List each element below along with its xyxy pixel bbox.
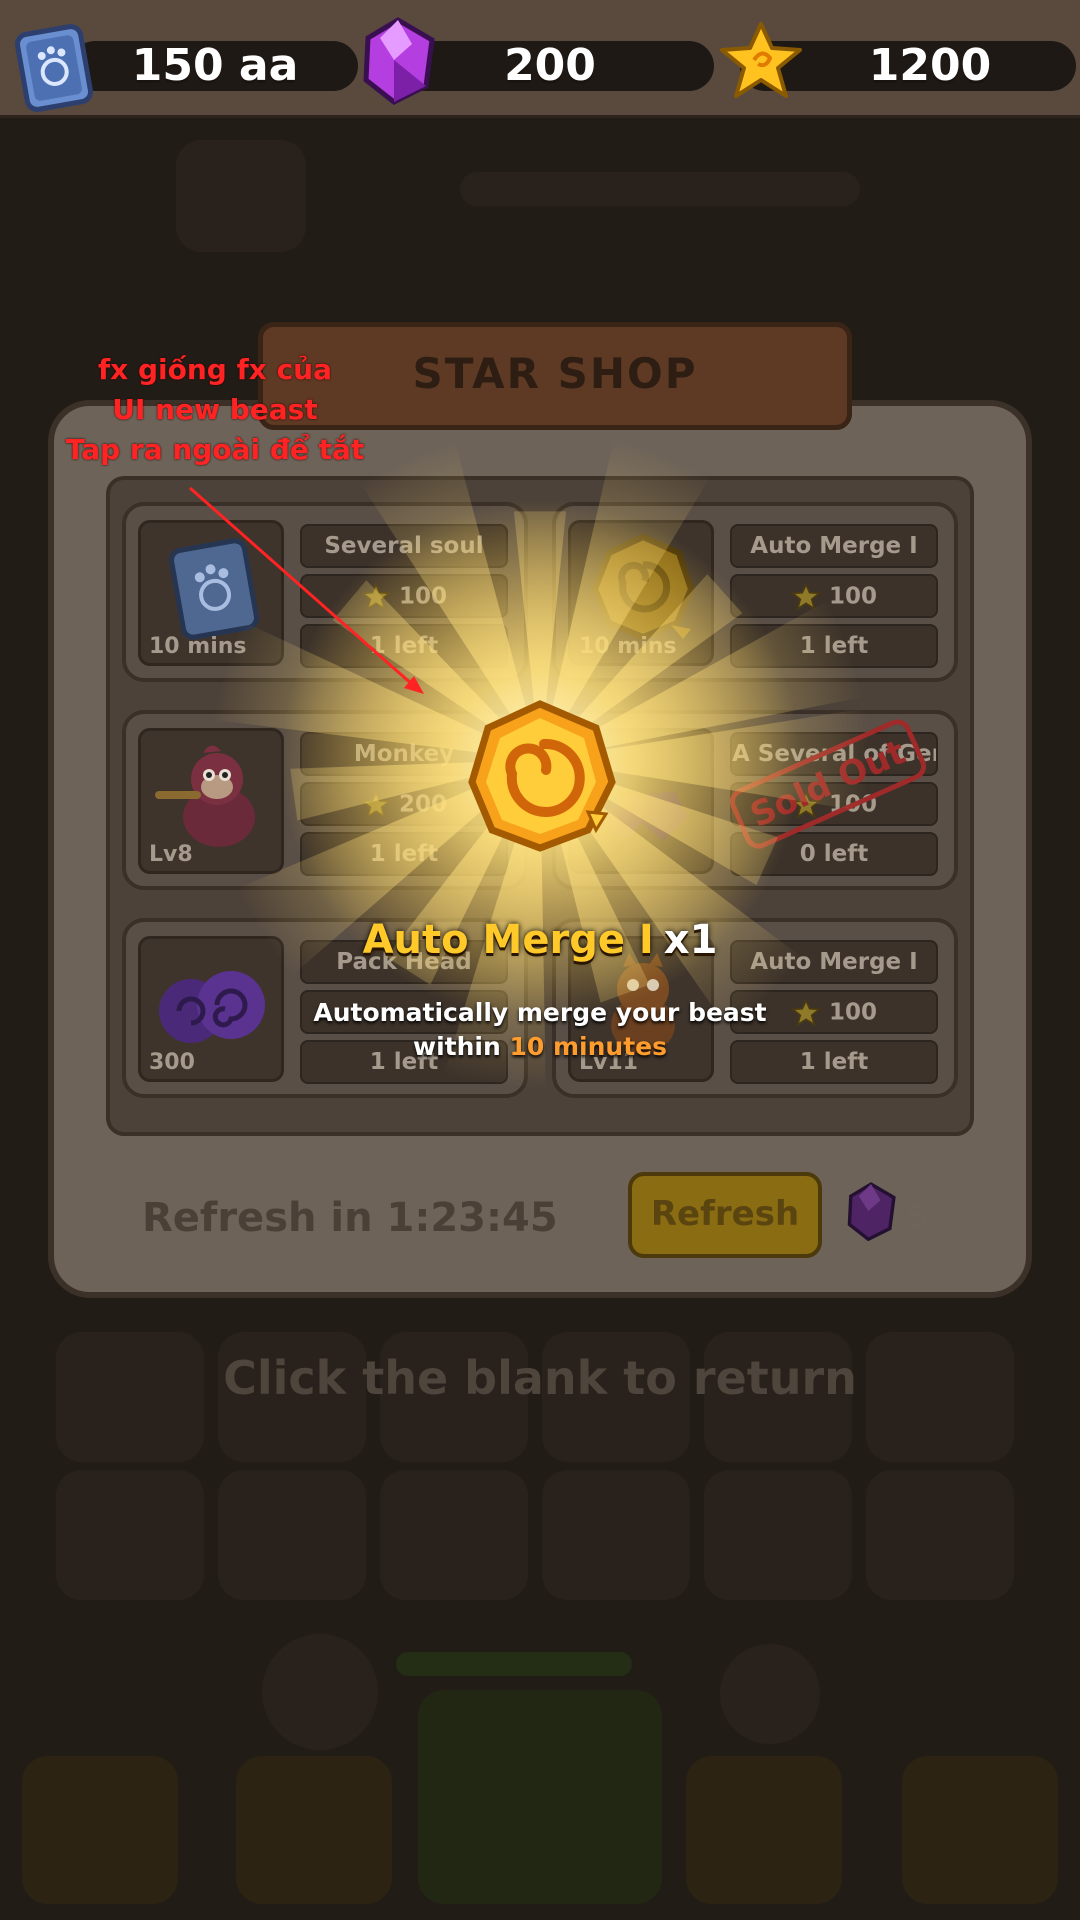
refresh-button[interactable]: Refresh <box>628 1172 822 1258</box>
annotation-line2: UI new beast <box>112 393 318 426</box>
item-amount-label: 300 <box>149 1050 195 1075</box>
soul-card-icon <box>169 538 259 640</box>
star-price-icon <box>790 582 821 611</box>
refresh-cost: 5 <box>906 1197 930 1237</box>
item-name: Auto Merge I <box>730 524 938 568</box>
shop-item-card[interactable]: 10 mins Auto Merge I 100 1 left <box>552 502 958 682</box>
reward-desc-prefix: within <box>413 1032 510 1061</box>
star-price-icon <box>360 790 391 819</box>
item-price[interactable]: 100 <box>300 574 508 618</box>
monkey-beast-icon <box>155 745 255 847</box>
item-thumbnail: 10 mins <box>138 520 284 666</box>
reward-quantity: x1 <box>663 917 718 963</box>
item-price[interactable]: 100 <box>730 574 938 618</box>
item-stock: 1 left <box>300 832 508 876</box>
item-name: Monkey <box>300 732 508 776</box>
star-count: 1200 <box>868 40 992 91</box>
item-duration-label: 10 mins <box>149 634 247 659</box>
resource-bar: 150 aa 200 1200 <box>0 0 1080 118</box>
purple-gem-icon <box>847 1182 896 1242</box>
purple-gem-icon <box>356 14 440 110</box>
gem-pile-icon <box>603 791 687 841</box>
item-name: Several soul <box>300 524 508 568</box>
refresh-timer: Refresh in 1:23:45 <box>142 1195 558 1241</box>
item-price-value: 100 <box>828 583 877 610</box>
item-thumbnail: Lv8 <box>138 728 284 874</box>
shop-item-card[interactable]: Lv8 Monkey 200 1 left <box>122 710 528 890</box>
reward-desc-line2: within 10 minutes <box>240 1030 840 1064</box>
reward-duration: 10 minutes <box>509 1032 667 1061</box>
designer-annotation: fx giống fx của UI new beast Tap ra ngoà… <box>30 350 400 470</box>
item-thumbnail: 10 mins <box>568 520 714 666</box>
item-thumbnail <box>568 728 714 874</box>
shop-item-card[interactable]: 10 mins Several soul 100 1 left <box>122 502 528 682</box>
annotation-line3: Tap ra ngoài để tắt <box>65 433 365 466</box>
star-price-icon <box>360 582 391 611</box>
return-hint: Click the blank to return <box>223 1351 857 1405</box>
gem-count: 200 <box>504 40 596 91</box>
item-stock: 1 left <box>730 624 938 668</box>
soul-card-icon <box>10 22 98 118</box>
soul-count: 150 aa <box>131 40 299 91</box>
auto-merge-coin-icon <box>591 533 695 641</box>
item-price-value: 100 <box>398 583 447 610</box>
item-price-value: 200 <box>398 791 447 818</box>
item-duration-label: 10 mins <box>579 634 677 659</box>
reward-description: Automatically merge your beast within 10… <box>240 996 840 1064</box>
annotation-line1: fx giống fx của <box>97 353 332 386</box>
item-level-label: Lv8 <box>149 842 193 867</box>
reward-title: Auto Merge Ix1 <box>240 910 840 970</box>
reward-desc-line1: Automatically merge your beast <box>313 998 767 1027</box>
gold-star-icon <box>716 20 806 106</box>
reward-name: Auto Merge I <box>362 917 654 963</box>
item-price[interactable]: 200 <box>300 782 508 826</box>
item-stock: 1 left <box>300 624 508 668</box>
